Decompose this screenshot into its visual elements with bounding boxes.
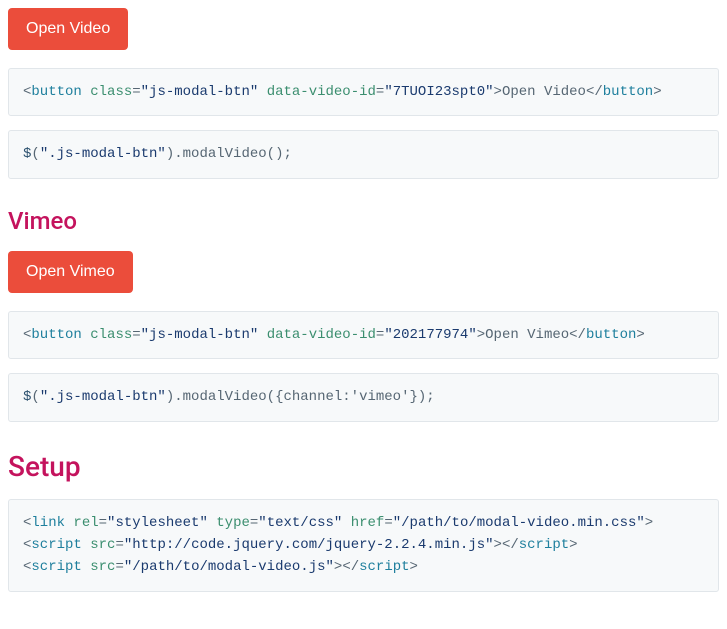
heading-setup: Setup bbox=[8, 450, 719, 483]
code-block-button-youtube: <button class="js-modal-btn" data-video-… bbox=[8, 68, 719, 116]
code-block-js-vimeo: $(".js-modal-btn").modalVideo({channel:'… bbox=[8, 373, 719, 421]
open-video-button[interactable]: Open Video bbox=[8, 8, 128, 50]
code-block-js-youtube: $(".js-modal-btn").modalVideo(); bbox=[8, 130, 719, 178]
heading-vimeo: Vimeo bbox=[8, 207, 719, 235]
code-block-button-vimeo: <button class="js-modal-btn" data-video-… bbox=[8, 311, 719, 359]
code-block-setup: <link rel="stylesheet" type="text/css" h… bbox=[8, 499, 719, 592]
open-vimeo-button[interactable]: Open Vimeo bbox=[8, 251, 133, 293]
